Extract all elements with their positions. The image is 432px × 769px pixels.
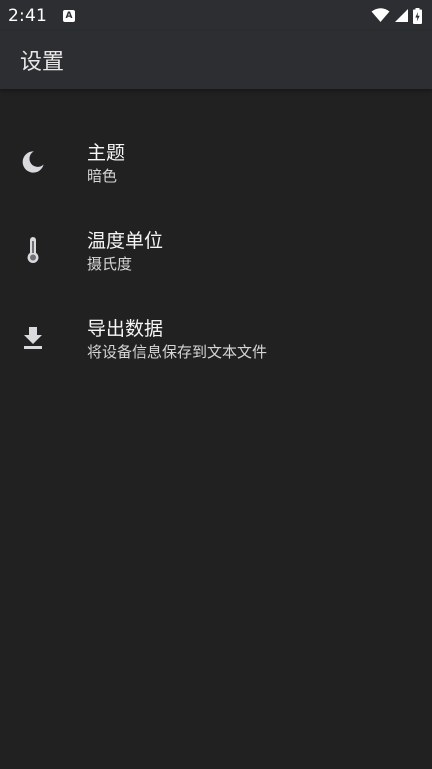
pref-temperature-unit-summary: 摄氏度 bbox=[87, 255, 133, 273]
pref-export-data[interactable]: 导出数据 将设备信息保存到文本文件 bbox=[0, 294, 432, 382]
pref-theme[interactable]: 主题 暗色 bbox=[0, 118, 432, 206]
app-notification-icon: A bbox=[62, 9, 75, 22]
app-bar: 设置 bbox=[0, 31, 432, 89]
page-title: 设置 bbox=[20, 50, 65, 75]
pref-theme-summary: 暗色 bbox=[87, 167, 118, 185]
pref-export-data-summary: 将设备信息保存到文本文件 bbox=[87, 343, 268, 361]
thermometer-icon bbox=[18, 235, 48, 265]
settings-screen: 2:41 A 设置 主题 暗色 温度单位 摄氏度 导出数据 将设备信息保存到文本… bbox=[0, 0, 432, 769]
signal-icon bbox=[395, 9, 408, 22]
pref-theme-title: 主题 bbox=[87, 142, 126, 164]
pref-export-data-title: 导出数据 bbox=[87, 318, 164, 340]
pref-temperature-unit-title: 温度单位 bbox=[87, 230, 164, 252]
battery-charging-icon bbox=[413, 7, 422, 24]
status-bar: 2:41 A bbox=[0, 0, 432, 31]
wifi-icon bbox=[371, 8, 390, 22]
moon-icon bbox=[18, 147, 48, 177]
status-time: 2:41 bbox=[8, 5, 47, 26]
pref-temperature-unit[interactable]: 温度单位 摄氏度 bbox=[0, 206, 432, 294]
download-icon bbox=[18, 323, 48, 353]
status-icons bbox=[371, 7, 422, 24]
settings-list: 主题 暗色 温度单位 摄氏度 导出数据 将设备信息保存到文本文件 bbox=[0, 118, 432, 382]
